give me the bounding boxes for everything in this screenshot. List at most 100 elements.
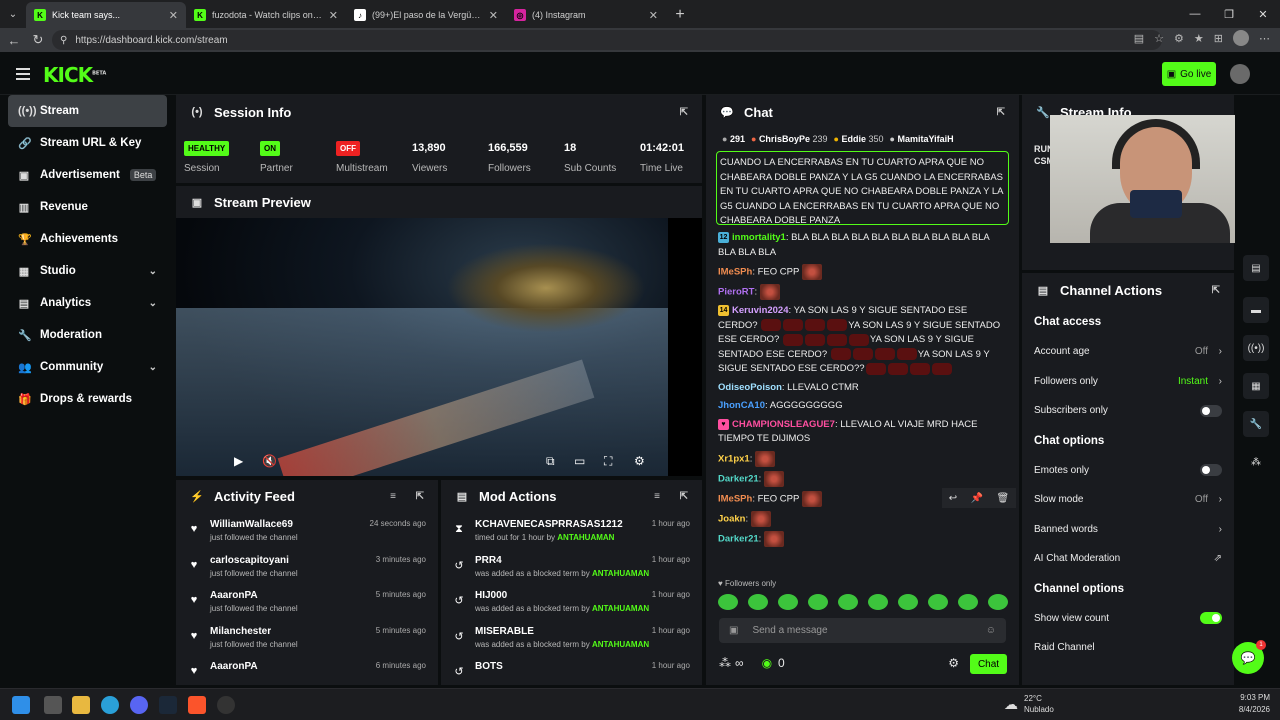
subscribers-only-toggle[interactable] bbox=[1200, 404, 1222, 417]
fullscreen-icon[interactable]: ⛶ bbox=[604, 454, 612, 469]
mod-action-row[interactable]: ⧗ KCHAVENECASPRRASAS1212 timed out for 1 h… bbox=[441, 512, 702, 548]
undo-icon[interactable]: ↺ bbox=[453, 630, 465, 655]
users-icon[interactable]: ⁂ bbox=[1243, 449, 1269, 475]
user-avatar[interactable] bbox=[1230, 64, 1250, 84]
undo-icon[interactable]: ↺ bbox=[453, 594, 465, 619]
emotes-only-toggle[interactable] bbox=[1200, 464, 1222, 477]
emote-icon[interactable] bbox=[868, 594, 888, 610]
refresh-icon[interactable]: ↻ bbox=[26, 32, 50, 48]
moderator-name[interactable]: ANTAHUAMAN bbox=[592, 640, 649, 649]
mod-action-row[interactable]: ↺ MISERABLE was added as a blocked term by… bbox=[441, 619, 702, 655]
raid-channel-row[interactable]: Raid Channel bbox=[1022, 633, 1234, 663]
top-gifter[interactable]: ● MamitaYifaiH bbox=[890, 134, 954, 144]
chevron-down-icon[interactable]: ⌄ bbox=[149, 298, 157, 309]
slow-mode-row[interactable]: Slow mode Off › bbox=[1022, 485, 1234, 515]
chat-message[interactable]: Darker21: bbox=[706, 469, 1019, 489]
close-window-icon[interactable]: ✕ bbox=[1246, 0, 1280, 28]
extensions-icon[interactable]: ⚙ bbox=[1174, 32, 1184, 45]
undo-icon[interactable]: ↺ bbox=[453, 559, 465, 584]
sidebar-item-community[interactable]: 👥 Community ⌄ bbox=[8, 351, 167, 383]
chat-message[interactable]: OdiseoPoison: LLEVALO CTMR bbox=[706, 379, 1019, 398]
chat-username[interactable]: CHAMPIONSLEAGUE7 bbox=[732, 419, 835, 430]
mod-action-row[interactable]: ↺ PRR4 was added as a blocked term by ANTA… bbox=[441, 548, 702, 584]
go-live-button[interactable]: ▣ Go live bbox=[1162, 62, 1216, 86]
chat-message[interactable]: Xr1px1: bbox=[706, 449, 1019, 469]
chat-username[interactable]: inmortality1 bbox=[732, 232, 786, 243]
broadcast-icon[interactable]: ((•)) bbox=[1243, 335, 1269, 361]
chat-icon[interactable]: ▬ bbox=[1243, 297, 1269, 323]
pin-icon[interactable]: 📌 bbox=[971, 493, 983, 504]
popout-icon[interactable]: ⇱ bbox=[680, 491, 688, 502]
show-view-count-toggle[interactable] bbox=[1200, 612, 1222, 625]
pip-icon[interactable]: ⧉ bbox=[546, 454, 555, 469]
chat-message[interactable]: 12 inmortality1: BLA BLA BLA BLA BLA BLA … bbox=[706, 229, 1019, 262]
chat-message[interactable]: ♥ CHAMPIONSLEAGUE7: LLEVALO AL VIAJE MRD … bbox=[706, 416, 1019, 449]
chat-username[interactable]: OdiseoPoison bbox=[718, 382, 782, 393]
filter-icon[interactable]: ≡ bbox=[654, 491, 660, 502]
popout-icon[interactable]: ⇱ bbox=[416, 491, 424, 502]
activity-username[interactable]: Milanchester bbox=[210, 626, 298, 637]
more-icon[interactable]: ⋯ bbox=[1259, 32, 1270, 45]
top-gifter[interactable]: ● Eddie 350 bbox=[834, 134, 884, 144]
popout-icon[interactable]: ⇱ bbox=[1212, 285, 1220, 296]
emote-image[interactable] bbox=[763, 470, 784, 487]
new-tab-button[interactable]: + bbox=[666, 2, 694, 28]
chat-message[interactable]: PieroRT: bbox=[706, 282, 1019, 302]
play-icon[interactable]: ▶ bbox=[234, 454, 243, 468]
activity-row[interactable]: ♥ Milanchester just followed the channel 5 … bbox=[176, 619, 438, 655]
sidebar-item-achievements[interactable]: 🏆 Achievements bbox=[8, 223, 167, 255]
chat-message[interactable]: Darker21: bbox=[706, 529, 1019, 549]
moderator-name[interactable]: ANTAHUAMAN bbox=[557, 533, 614, 542]
browser-tab[interactable]: ♪ (99+)El paso de la Vergüenza #sha ✕ bbox=[346, 2, 506, 28]
mod-action-row[interactable]: ↺ HIJ000 was added as a blocked term by AN… bbox=[441, 583, 702, 619]
task-view-icon[interactable] bbox=[44, 696, 62, 714]
help-chat-button[interactable]: 💬 1 bbox=[1232, 640, 1266, 674]
queue-icon[interactable]: ▦ bbox=[1243, 373, 1269, 399]
browser-tab[interactable]: Kfuzodota - Watch clips on Kick ✕ bbox=[186, 2, 346, 28]
maximize-icon[interactable]: ❐ bbox=[1212, 0, 1246, 28]
chat-message[interactable]: 14 Keruvin2024: YA SON LAS 9 Y SIGUE SENT… bbox=[706, 302, 1019, 379]
emote-icon[interactable] bbox=[778, 594, 798, 610]
emote-icon[interactable] bbox=[898, 594, 918, 610]
emote-image[interactable] bbox=[763, 530, 784, 547]
top-gifter[interactable]: ● 291 bbox=[722, 134, 745, 144]
mute-icon[interactable]: 🔇 bbox=[262, 454, 277, 468]
chat-username[interactable]: Xr1px1 bbox=[718, 453, 750, 464]
settings-icon[interactable]: ⚙ bbox=[634, 454, 645, 468]
reader-icon[interactable]: ▤ bbox=[1134, 32, 1144, 45]
activity-row[interactable]: ♥ carloscapitoyani just followed the chann… bbox=[176, 548, 438, 584]
emote-image[interactable] bbox=[801, 490, 822, 507]
chat-username[interactable]: Keruvin2024 bbox=[732, 305, 789, 316]
chat-username[interactable]: IMeSPh bbox=[718, 493, 752, 504]
close-tab-icon[interactable]: ✕ bbox=[489, 9, 498, 22]
banned-words-row[interactable]: Banned words › bbox=[1022, 515, 1234, 545]
activity-username[interactable]: WilliamWallace69 bbox=[210, 519, 298, 530]
chat-message[interactable]: IMeSPh: FEO CPP bbox=[706, 262, 1019, 282]
chat-message[interactable]: JhonCA10: AGGGGGGGGG bbox=[706, 397, 1019, 416]
chat-username[interactable]: Darker21 bbox=[718, 473, 759, 484]
profile-avatar[interactable] bbox=[1233, 30, 1249, 46]
emote-icon[interactable] bbox=[808, 594, 828, 610]
favorite-icon[interactable]: ☆ bbox=[1154, 32, 1164, 45]
discord-icon[interactable] bbox=[130, 696, 148, 714]
clock[interactable]: 9:03 PM 8/4/2026 bbox=[1239, 692, 1270, 716]
sidebar-item-stream-url-key[interactable]: 🔗 Stream URL & Key bbox=[8, 127, 167, 159]
emoji-picker-icon[interactable]: ▣ bbox=[729, 625, 738, 636]
followers-only-row[interactable]: Followers only Instant › bbox=[1022, 367, 1234, 397]
sidebar-item-advertisement[interactable]: ▣ Advertisement Beta bbox=[8, 159, 167, 191]
popout-icon[interactable]: ⇱ bbox=[680, 107, 688, 118]
menu-icon[interactable] bbox=[16, 68, 30, 83]
close-tab-icon[interactable]: ✕ bbox=[649, 9, 658, 22]
theater-icon[interactable]: ▭ bbox=[574, 454, 585, 468]
collections-icon[interactable]: ⊞ bbox=[1214, 32, 1223, 45]
filter-icon[interactable]: ≡ bbox=[390, 491, 396, 502]
emote-icon[interactable] bbox=[928, 594, 948, 610]
sidebar-item-analytics[interactable]: ▤ Analytics ⌄ bbox=[8, 287, 167, 319]
moderator-name[interactable]: ANTAHUAMAN bbox=[592, 569, 649, 578]
emote-icon[interactable] bbox=[838, 594, 858, 610]
activity-username[interactable]: AaaronPA bbox=[210, 661, 258, 672]
top-gifter[interactable]: ● ChrisBoyPe 239 bbox=[751, 134, 828, 144]
sidebar-item-revenue[interactable]: ▥ Revenue bbox=[8, 191, 167, 223]
start-icon[interactable] bbox=[12, 696, 30, 714]
hourglass-icon[interactable]: ⧗ bbox=[453, 523, 465, 548]
